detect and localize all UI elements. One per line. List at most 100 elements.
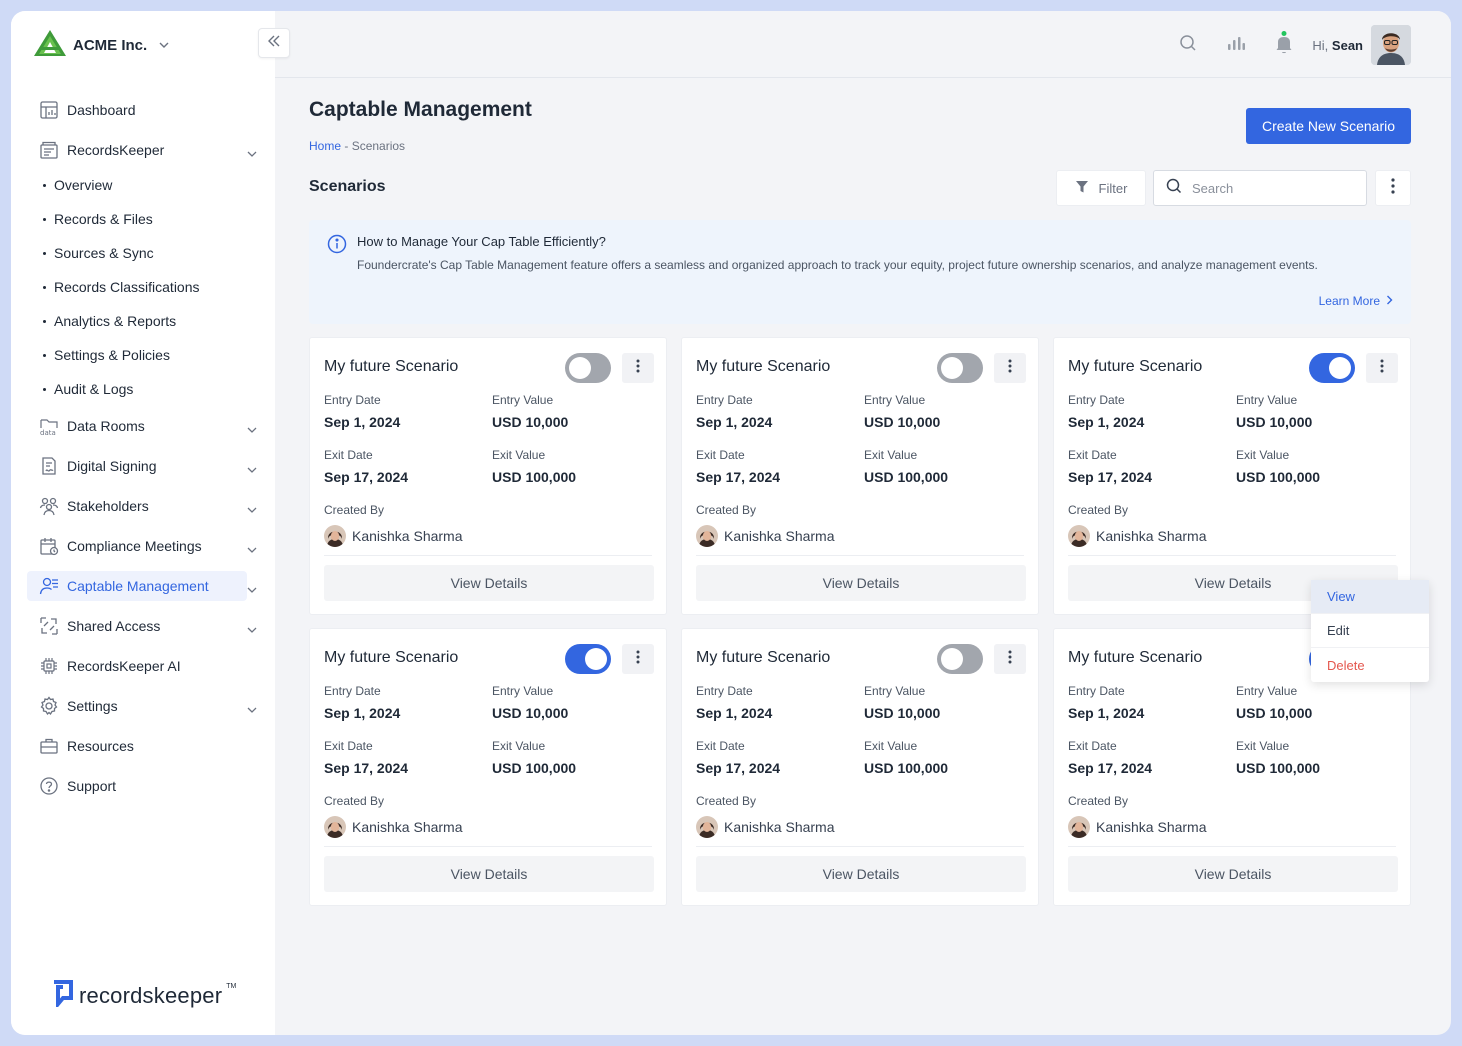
chevron-down-icon [247,144,257,162]
creator-name: Kanishka Sharma [724,528,835,544]
kebab-menu-icon [1380,359,1384,378]
scenario-card: My future Scenario Entry Date Entry Value S… [1053,337,1411,615]
view-details-button[interactable]: View Details [324,565,654,601]
org-switcher[interactable]: ACME Inc. [33,29,169,61]
sidebar-item-label: Stakeholders [67,498,149,514]
svg-text:data: data [40,429,56,436]
scenario-card: My future Scenario Entry Date Entry Value S… [309,628,667,906]
entry-value-label: Entry Value [1236,393,1298,407]
sidebar-subitem-label: Overview [54,177,113,193]
scenario-toggle[interactable] [937,353,983,383]
created-by-label: Created By [1068,503,1129,517]
sidebar-item-resources[interactable]: Resources [27,731,247,761]
creator-avatar [1068,525,1090,547]
search-input[interactable] [1192,180,1342,196]
entry-date: Sep 1, 2024 [696,414,773,430]
app-frame: ACME Inc. Dashboard RecordsKeeper Overvi… [11,11,1451,1035]
scenario-toggle[interactable] [565,353,611,383]
entry-value-label: Entry Value [864,684,926,698]
sidebar-subitem-overview[interactable]: Overview [27,173,267,197]
search-button[interactable] [1164,25,1212,65]
bullet-icon [43,353,46,357]
sidebar-item-recordskeeper-ai[interactable]: RecordsKeeper AI [27,651,247,681]
breadcrumb: Home - Scenarios [309,139,405,153]
calendar-icon [39,536,59,556]
analytics-button[interactable] [1212,25,1260,65]
user-avatar[interactable] [1371,25,1411,65]
view-details-button[interactable]: View Details [1068,856,1398,892]
sidebar-item-shared-access[interactable]: Shared Access [27,611,257,641]
exit-date: Sep 17, 2024 [1068,760,1153,776]
scenario-toggle[interactable] [937,644,983,674]
sidebar-item-digital-signing[interactable]: Digital Signing [27,451,257,481]
sidebar-subitem-sources-sync[interactable]: Sources & Sync [27,241,267,265]
sidebar-item-label: RecordsKeeper [67,142,165,158]
card-options-button[interactable] [622,644,654,674]
scenario-actions-menu: View Edit Delete [1311,580,1429,682]
sidebar-item-recordskeeper[interactable]: RecordsKeeper [27,135,257,165]
exit-value-label: Exit Value [864,448,918,462]
org-name: ACME Inc. [73,36,148,54]
sidebar-item-dashboard[interactable]: Dashboard [27,95,247,125]
sidebar-item-stakeholders[interactable]: Stakeholders [27,491,257,521]
recordskeeper-logo: recordskeeper TM [51,979,236,1012]
toggle-knob [569,357,591,379]
view-details-button[interactable]: View Details [324,856,654,892]
chevron-down-icon [247,700,257,718]
sidebar-subitem-records-files[interactable]: Records & Files [27,207,267,231]
sidebar-subitem-analytics-reports[interactable]: Analytics & Reports [27,309,267,333]
acme-logo-icon [33,29,67,62]
card-options-button[interactable] [1366,353,1398,383]
sidebar-item-support[interactable]: Support [27,771,247,801]
scenario-card: My future Scenario Entry Date Entry Value S… [681,337,1039,615]
sidebar-subitem-label: Records Classifications [54,279,200,295]
scenario-toggle[interactable] [1309,353,1355,383]
captable-icon [39,576,59,596]
signing-icon [39,456,59,476]
sidebar-item-settings[interactable]: Settings [27,691,257,721]
stakeholders-icon [39,496,59,516]
menu-item-edit[interactable]: Edit [1311,614,1429,648]
sidebar-subitem-records-classifications[interactable]: Records Classifications [27,275,267,299]
creator-name: Kanishka Sharma [352,528,463,544]
filter-button[interactable]: Filter [1056,170,1146,206]
chevron-down-icon [247,620,257,638]
notifications-button[interactable] [1260,25,1308,65]
view-details-button[interactable]: View Details [696,856,1026,892]
sidebar-subitem-settings-policies[interactable]: Settings & Policies [27,343,267,367]
exit-value-label: Exit Value [864,739,918,753]
menu-item-view[interactable]: View [1311,580,1429,614]
scenario-name: My future Scenario [696,358,831,375]
entry-date-label: Entry Date [1068,393,1125,407]
card-options-button[interactable] [622,353,654,383]
sidebar-item-data-rooms[interactable]: data Data Rooms [27,411,257,441]
toggle-knob [941,357,963,379]
exit-value-label: Exit Value [1236,448,1290,462]
exit-date-label: Exit Date [696,448,745,462]
scenario-toggle[interactable] [565,644,611,674]
card-options-button[interactable] [994,353,1026,383]
creator-name: Kanishka Sharma [724,819,835,835]
sidebar-item-label: Captable Management [67,578,209,594]
search-icon [1179,34,1197,57]
collapse-sidebar-button[interactable] [258,28,290,58]
card-divider [1068,846,1396,847]
learn-more-link[interactable]: Learn More [1319,294,1393,308]
help-icon [39,776,59,796]
scenario-name: My future Scenario [324,649,459,666]
exit-date: Sep 17, 2024 [324,760,409,776]
menu-item-delete[interactable]: Delete [1311,648,1429,682]
search-field[interactable] [1153,170,1367,206]
exit-value: USD 100,000 [1236,469,1321,485]
card-options-button[interactable] [994,644,1026,674]
sidebar-item-captable-management[interactable]: Captable Management [27,571,257,601]
sidebar-subitem-audit-logs[interactable]: Audit & Logs [27,377,267,401]
breadcrumb-home-link[interactable]: Home [309,139,341,153]
view-details-button[interactable]: View Details [696,565,1026,601]
more-options-button[interactable] [1375,170,1411,206]
recordskeeper-logo-icon [51,979,75,1012]
sidebar-item-label: Data Rooms [67,418,145,434]
kebab-menu-icon [636,650,640,669]
sidebar-item-compliance-meetings[interactable]: Compliance Meetings [27,531,257,561]
create-new-scenario-button[interactable]: Create New Scenario [1246,108,1411,144]
